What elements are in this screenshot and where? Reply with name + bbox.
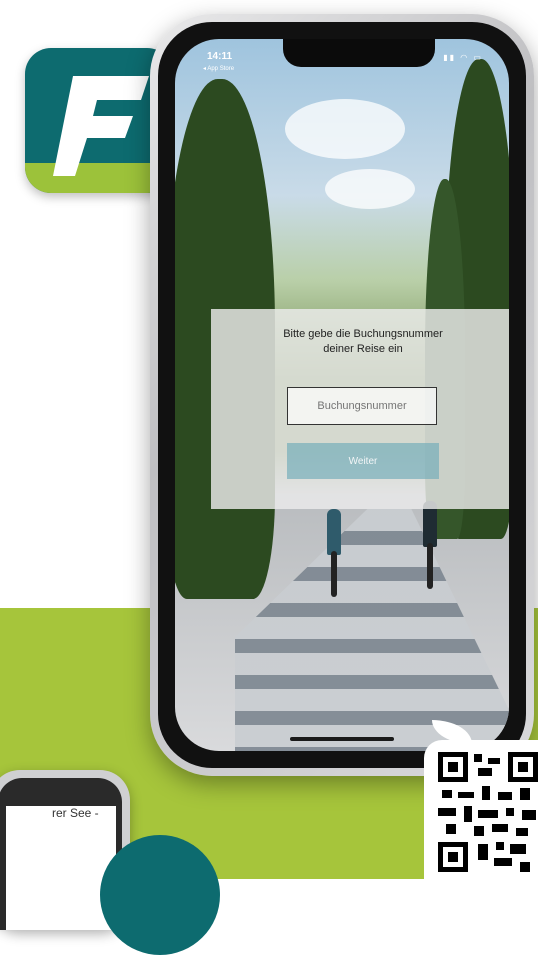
road bbox=[235, 509, 509, 751]
cyclist bbox=[323, 509, 345, 599]
dialog-title-line2: deiner Reise ein bbox=[323, 343, 403, 355]
phone-screen: 14:11 ◂ App Store ▮▮ ◠ ▭ Bitte gebe die … bbox=[175, 39, 509, 751]
phone-bezel: 14:11 ◂ App Store ▮▮ ◠ ▭ Bitte gebe die … bbox=[158, 22, 526, 768]
dialog-title-line1: Bitte gebe die Buchungsnummer bbox=[283, 328, 443, 340]
phone-notch bbox=[283, 39, 435, 67]
secondary-phone-text: rer See - bbox=[52, 806, 99, 820]
cloud bbox=[325, 169, 415, 209]
status-time: 14:11 bbox=[207, 51, 233, 62]
secondary-phone-content bbox=[6, 806, 116, 930]
cyclist bbox=[419, 501, 441, 591]
booking-dialog: Bitte gebe die Buchungsnummer deiner Rei… bbox=[211, 309, 509, 509]
signal-wifi-battery-icon: ▮▮ ◠ ▭ bbox=[443, 53, 483, 62]
qr-code-icon bbox=[438, 752, 538, 872]
cloud bbox=[285, 99, 405, 159]
booking-number-input[interactable] bbox=[287, 387, 437, 425]
dialog-title: Bitte gebe die Buchungsnummer deiner Rei… bbox=[211, 327, 509, 357]
phone-mockup: 14:11 ◂ App Store ▮▮ ◠ ▭ Bitte gebe die … bbox=[150, 14, 534, 776]
teal-circle-decoration bbox=[100, 835, 220, 955]
next-button[interactable]: Weiter bbox=[287, 443, 439, 479]
back-to-app-link[interactable]: ◂ App Store bbox=[203, 65, 234, 72]
qr-code[interactable] bbox=[424, 740, 538, 879]
home-indicator[interactable] bbox=[290, 737, 394, 741]
